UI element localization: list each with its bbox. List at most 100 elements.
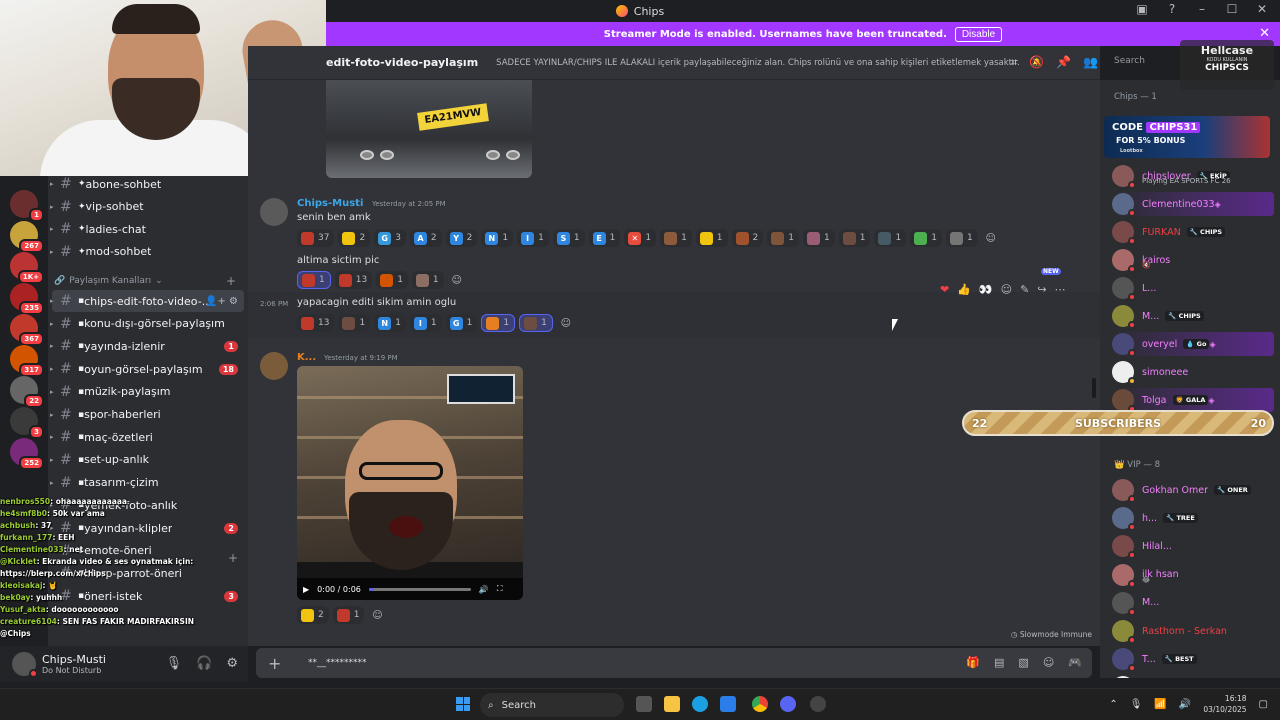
attach-plus-icon[interactable]: +: [268, 654, 296, 673]
car-image-attachment[interactable]: EA21MVW: [326, 80, 532, 178]
task-view-icon[interactable]: [636, 696, 652, 712]
channel-settings-gear-icon[interactable]: 👤+ ⚙: [205, 296, 238, 307]
reaction-button[interactable]: 2: [297, 606, 329, 624]
member-item[interactable]: FURKAN 🔧 CHIPS: [1112, 220, 1274, 245]
avatar[interactable]: [260, 198, 288, 226]
volume-icon[interactable]: 🔊: [1179, 699, 1191, 710]
member-item[interactable]: M... 🔧 CHIPS: [1112, 304, 1274, 329]
reaction-button[interactable]: 1: [297, 271, 331, 289]
gift-icon[interactable]: 🎁: [966, 656, 980, 669]
server-icon[interactable]: 252: [10, 438, 44, 470]
member-item[interactable]: h... 🔧 TREE: [1112, 506, 1274, 532]
taskbar-search[interactable]: ⌕ Search: [480, 693, 624, 717]
headphones-icon[interactable]: 🎧: [196, 656, 212, 671]
clock[interactable]: 16:18 03/10/2025: [1203, 693, 1246, 715]
microphone-icon[interactable]: 🎙: [166, 656, 183, 671]
video-attachment[interactable]: ▶ 0:00 / 0:06 🔊 ⛶: [297, 366, 523, 600]
more-options-icon[interactable]: ⋯: [1055, 283, 1066, 296]
close-window-button[interactable]: ✕: [1254, 2, 1270, 16]
reaction-button[interactable]: 1: [803, 229, 835, 247]
reaction-button[interactable]: I1: [517, 229, 549, 247]
minimize-button[interactable]: –: [1194, 2, 1210, 16]
windows-start-icon[interactable]: [456, 697, 470, 711]
search-input[interactable]: Search: [1108, 52, 1188, 72]
member-list-icon[interactable]: 👥: [1083, 55, 1098, 70]
reaction-button[interactable]: 1: [519, 314, 553, 332]
member-item[interactable]: Gokhan Omer 🔧 ONER: [1112, 478, 1274, 503]
channel-item[interactable]: ▸ # ▪ tasarım-çizim: [50, 472, 244, 494]
notification-icon[interactable]: ▢: [1259, 699, 1268, 710]
chevron-up-icon[interactable]: ⌃: [1109, 699, 1117, 710]
channel-abone-sohbet[interactable]: ▸ # ✦ abone-sohbet: [50, 176, 244, 195]
reaction-button[interactable]: 1: [945, 229, 978, 247]
member-item[interactable]: kairos 🔇: [1112, 248, 1274, 273]
fullscreen-icon[interactable]: ⛶: [497, 584, 503, 594]
add-channel-icon[interactable]: +: [226, 274, 236, 288]
reaction-button[interactable]: A2: [409, 229, 442, 247]
discord-icon[interactable]: [780, 696, 796, 712]
reaction-button[interactable]: 1: [910, 229, 942, 247]
channel-topic[interactable]: SADECE YAYINLAR/CHIPS İLE ALAKALI içerik…: [496, 58, 1020, 68]
reaction-button[interactable]: 13: [297, 314, 335, 332]
add-reaction-icon[interactable]: ☺: [368, 606, 386, 624]
message-author[interactable]: Chips-Musti: [297, 198, 363, 209]
add-reaction-icon[interactable]: ☺: [448, 271, 466, 289]
member-item[interactable]: overyel 💧 Go ◈: [1112, 332, 1274, 357]
reaction-button[interactable]: G1: [445, 314, 478, 332]
maximize-button[interactable]: ☐: [1224, 2, 1240, 16]
member-item[interactable]: L...: [1112, 276, 1274, 301]
reaction-button[interactable]: N1: [374, 314, 406, 332]
reaction-button[interactable]: 1: [411, 271, 444, 289]
channel-item[interactable]: ▸ # ▪ spor-haberleri: [50, 404, 244, 426]
reaction-button[interactable]: Y2: [445, 229, 478, 247]
server-icon[interactable]: 267: [10, 221, 44, 253]
help-icon[interactable]: ?: [1164, 2, 1180, 16]
channel-item[interactable]: ▸ # ▪ konu-dışı-görsel-paylaşım: [50, 313, 244, 335]
microphone-icon[interactable]: 🎙: [1130, 699, 1143, 710]
heart-reaction-icon[interactable]: ❤: [940, 283, 949, 296]
add-reaction-icon[interactable]: ☺: [557, 314, 575, 332]
edge-icon[interactable]: [692, 696, 708, 712]
channel-item[interactable]: ▸ # ▪ yayında-izlenir 1: [50, 335, 244, 357]
sticker-icon[interactable]: ▧: [1018, 656, 1028, 669]
reaction-button[interactable]: 1: [838, 229, 871, 247]
file-explorer-icon[interactable]: [664, 696, 680, 712]
avatar[interactable]: [260, 352, 288, 380]
reaction-button[interactable]: 1: [660, 229, 692, 247]
reaction-button[interactable]: 1: [874, 229, 907, 247]
server-icon[interactable]: 1: [10, 190, 44, 222]
server-icon[interactable]: 235: [10, 283, 44, 315]
reaction-button[interactable]: 1: [338, 314, 371, 332]
chrome-icon[interactable]: [752, 696, 768, 712]
channel-item[interactable]: ▸ # ▪ müzik-paylaşım: [50, 381, 244, 403]
add-reaction-icon[interactable]: ☺: [1001, 283, 1012, 296]
gif-icon[interactable]: ▤: [994, 656, 1004, 669]
channel-category[interactable]: 🔗 Paylaşım Kanalları ⌄ +: [54, 274, 244, 288]
member-item[interactable]: Clementine033 ◈: [1112, 192, 1274, 217]
reaction-button[interactable]: E1: [588, 229, 621, 247]
reaction-button[interactable]: G3: [374, 229, 406, 247]
server-icon[interactable]: 1K+: [10, 252, 44, 284]
server-icon[interactable]: 317: [10, 345, 44, 377]
notification-bell-icon[interactable]: 🔕: [1029, 55, 1044, 70]
close-icon[interactable]: ✕: [1259, 26, 1270, 41]
member-item[interactable]: Z...: [1112, 675, 1274, 678]
reaction-button[interactable]: 1: [376, 271, 408, 289]
video-progress-bar[interactable]: [368, 587, 471, 591]
forward-icon[interactable]: ↪: [1037, 283, 1046, 296]
reaction-button[interactable]: 1: [481, 314, 516, 332]
reaction-button[interactable]: 1: [767, 229, 799, 247]
server-icon[interactable]: 367: [10, 314, 44, 346]
store-icon[interactable]: [720, 696, 736, 712]
member-item[interactable]: ilk hsan 😂: [1112, 563, 1274, 588]
add-reaction-icon[interactable]: ☺: [982, 229, 1000, 247]
reaction-button[interactable]: 2: [731, 229, 764, 247]
member-item[interactable]: Tolga 🦁 GALA ◈: [1112, 388, 1274, 413]
member-item[interactable]: Rasthorn - Serkan: [1112, 619, 1274, 644]
message-author[interactable]: K...: [297, 352, 316, 363]
reaction-button[interactable]: 1: [695, 229, 728, 247]
server-icon[interactable]: 3: [10, 407, 44, 439]
emoji-icon[interactable]: ☺: [1043, 656, 1054, 669]
pin-icon[interactable]: 📌: [1056, 55, 1071, 70]
channel-vip-sohbet[interactable]: ▸ # ✦ vip-sohbet: [50, 196, 244, 218]
